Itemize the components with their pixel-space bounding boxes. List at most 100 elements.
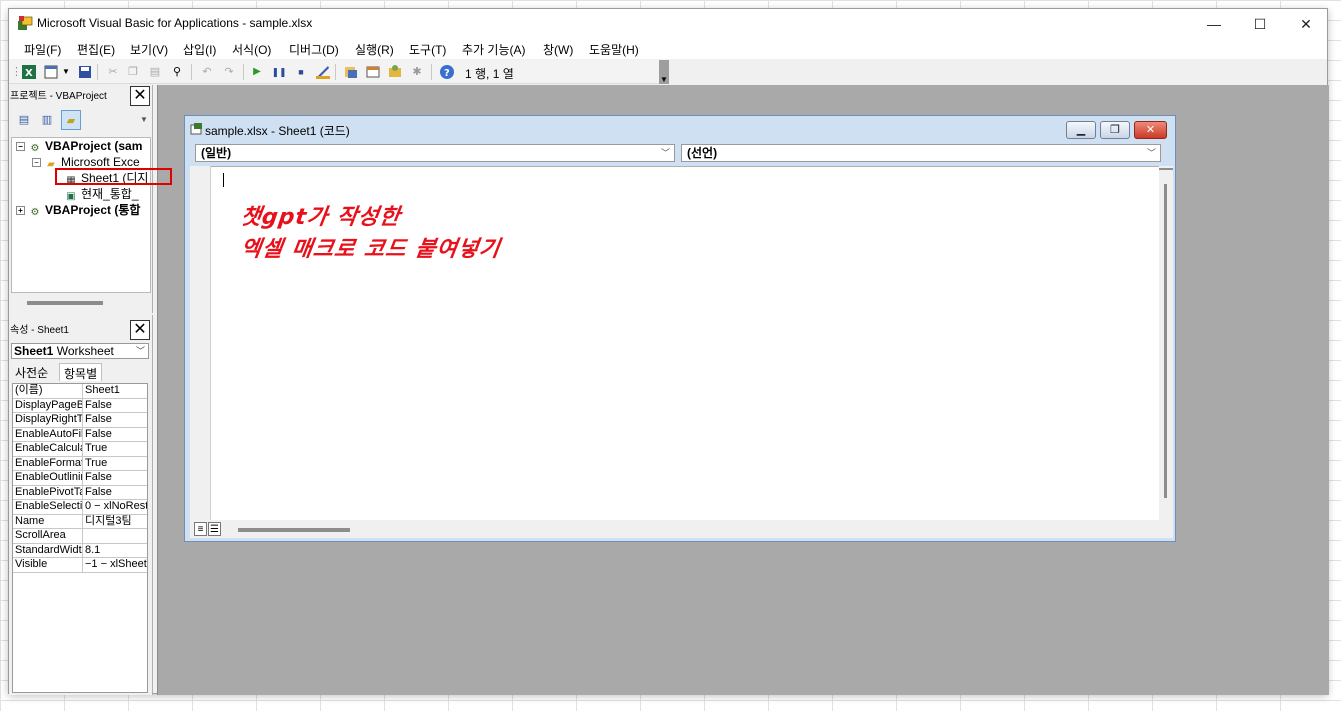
object-combo[interactable]: (일반) ﹀ <box>195 144 675 162</box>
property-row[interactable]: EnableOutliningFalse <box>13 471 147 486</box>
property-row[interactable]: Name 디지털3팀 <box>13 514 147 529</box>
property-row[interactable]: EnablePivotTableFalse <box>13 485 147 500</box>
full-module-view-icon[interactable]: ☰ <box>208 522 221 536</box>
view-code-icon[interactable]: ▤ <box>14 110 34 130</box>
maximize-button[interactable]: ☐ <box>1237 9 1283 39</box>
menu-edit[interactable]: 편집(E) <box>77 41 115 58</box>
tree-item-label: Microsoft Exce <box>61 155 140 169</box>
tree-item-vbaproject-sample[interactable]: − ⚙ VBAProject (sam <box>16 138 142 154</box>
cut-icon[interactable]: ✂ <box>105 64 121 80</box>
vbaproject-icon: ⚙ <box>30 207 40 218</box>
tree-item-vbaproject-other[interactable]: + ⚙ VBAProject (통합 <box>16 202 140 218</box>
object-browser-icon[interactable] <box>387 64 403 80</box>
run-icon[interactable]: ▶ <box>249 64 265 80</box>
property-value: 8.1 <box>85 543 101 556</box>
properties-close-button[interactable]: ✕ <box>130 320 150 340</box>
toolbar-grip[interactable]: ⋮ <box>11 64 22 80</box>
property-row[interactable]: EnableFormatConditionsCalculationTrue <box>13 456 147 471</box>
property-name: DisplayPageBreaks <box>15 398 83 412</box>
toolbar-separator <box>191 64 192 80</box>
code-vertical-scrollbar[interactable] <box>1159 166 1173 520</box>
menu-window[interactable]: 창(W) <box>543 41 573 58</box>
property-value: False <box>85 427 112 440</box>
find-icon[interactable]: ⚲ <box>169 64 185 80</box>
property-row[interactable]: EnableSelection0 − xlNoRestrictions <box>13 500 147 515</box>
properties-object-select[interactable]: Sheet1 Worksheet ﹀ <box>11 343 149 359</box>
break-icon[interactable]: ❚❚ <box>271 64 287 80</box>
expand-icon[interactable]: + <box>16 206 25 215</box>
menu-run[interactable]: 실행(R) <box>355 41 394 58</box>
insert-module-icon[interactable] <box>43 64 59 80</box>
procedure-combo[interactable]: (선언) ﹀ <box>681 144 1161 162</box>
menu-tools[interactable]: 도구(T) <box>409 41 446 58</box>
property-row[interactable]: (이름) Sheet1 <box>13 384 147 399</box>
property-row[interactable]: EnableCalculationTrue <box>13 442 147 457</box>
project-tree-scrollbar[interactable] <box>27 301 103 305</box>
project-explorer-icon[interactable] <box>343 64 359 80</box>
dropdown-icon[interactable]: ▼ <box>61 64 71 80</box>
project-explorer-close-button[interactable]: ✕ <box>130 86 150 106</box>
property-row[interactable]: StandardWidth 8.1 <box>13 543 147 558</box>
properties-icon[interactable] <box>365 64 381 80</box>
property-value: False <box>85 471 112 483</box>
menu-help[interactable]: 도움말(H) <box>589 41 639 58</box>
svg-text:?: ? <box>444 68 450 79</box>
tree-item-label: VBAProject (sam <box>45 139 143 153</box>
minimize-button[interactable]: — <box>1191 9 1237 39</box>
menu-insert[interactable]: 삽입(I) <box>183 41 216 58</box>
object-name: Sheet1 <box>14 344 54 358</box>
property-row[interactable]: DisplayPageBreaksFalse <box>13 398 147 413</box>
property-value: False <box>85 485 112 498</box>
menu-format[interactable]: 서식(O) <box>232 41 271 58</box>
redo-icon[interactable]: ↷ <box>221 64 237 80</box>
menu-debug[interactable]: 디버그(D) <box>289 41 339 58</box>
property-row[interactable]: ScrollArea <box>13 529 147 544</box>
tree-item-thisworkbook[interactable]: ▣ 현재_통합_ <box>64 186 138 202</box>
property-name: StandardWidth <box>15 543 83 557</box>
procedure-view-icon[interactable]: ≡ <box>194 522 207 536</box>
view-object-icon[interactable]: ▥ <box>37 110 57 130</box>
code-restore-button[interactable]: ❐ <box>1100 121 1130 139</box>
code-minimize-button[interactable]: ▁ <box>1066 121 1096 139</box>
property-value: True <box>85 456 108 469</box>
project-toolbar-scroll-icon[interactable]: ▼ <box>139 110 149 130</box>
undo-icon[interactable]: ↶ <box>199 64 215 80</box>
chevron-down-icon: ﹀ <box>660 148 670 158</box>
property-name: EnableCalculation <box>13 442 83 456</box>
tab-alphabetic[interactable]: 사전순 <box>11 363 52 381</box>
excel-icon[interactable]: X <box>21 64 37 80</box>
toggle-folders-icon[interactable]: ▰ <box>61 110 81 130</box>
menu-addins[interactable]: 추가 기능(A) <box>462 41 526 58</box>
paste-icon[interactable]: ▤ <box>147 64 163 80</box>
properties-grid: (이름)Sheet1 DisplayPageBreaksFalse Displa… <box>12 383 148 693</box>
toolbar-overflow-icon[interactable]: ▼ <box>659 60 669 84</box>
menu-view[interactable]: 보기(V) <box>130 41 168 58</box>
svg-text:X: X <box>25 68 33 79</box>
property-row[interactable]: DisplayRightToLeftFalse <box>13 413 147 428</box>
property-name: DisplayRightToLeft <box>15 413 83 427</box>
toolbar-separator <box>431 64 432 80</box>
collapse-icon[interactable]: − <box>16 142 25 151</box>
property-row[interactable]: Visible−1 − xlSheetVisible <box>13 558 147 573</box>
split-bar[interactable] <box>1159 168 1173 170</box>
menu-file[interactable]: 파일(F) <box>24 41 61 58</box>
property-name: (이름) <box>13 384 83 398</box>
project-tree: − ⚙ VBAProject (sam − ▰ Microsoft Exce ▦ Shee… <box>11 137 151 293</box>
code-horizontal-scrollbar[interactable] <box>238 528 350 532</box>
property-row[interactable]: EnableAutoFilterFalse <box>13 427 147 442</box>
property-value: False <box>85 413 112 425</box>
scrollbar-thumb[interactable] <box>1164 184 1167 498</box>
design-mode-icon[interactable] <box>315 64 331 80</box>
close-button[interactable]: ✕ <box>1283 9 1329 39</box>
reset-icon[interactable]: ■ <box>293 64 309 80</box>
help-icon[interactable]: ? <box>439 64 455 80</box>
collapse-icon[interactable]: − <box>32 158 41 167</box>
annotation-line-2: 엑셀 매크로 코드 붙여넣기 <box>238 237 503 262</box>
code-margin-indicator-bar[interactable] <box>190 166 211 520</box>
copy-icon[interactable]: ❐ <box>125 64 141 80</box>
toolbox-icon[interactable]: ✱ <box>409 64 425 80</box>
code-close-button[interactable]: ✕ <box>1134 121 1167 139</box>
code-editor[interactable]: 챗gpt가 작성한 엑셀 매크로 코드 붙여넣기 <box>211 166 1159 520</box>
tab-categorized[interactable]: 항목별 <box>59 363 103 381</box>
save-icon[interactable] <box>77 64 93 80</box>
